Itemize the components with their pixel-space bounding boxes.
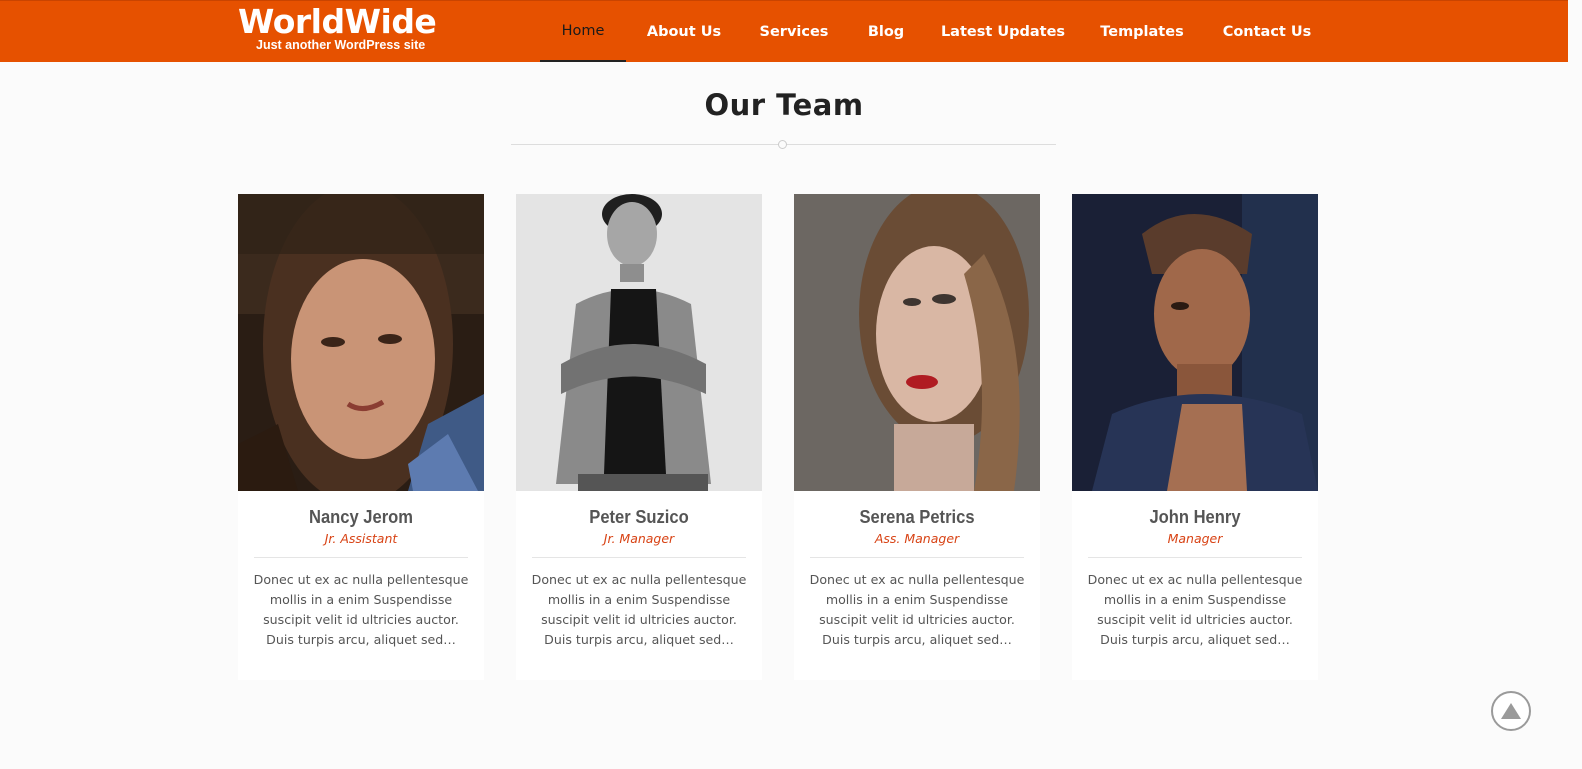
team-photo-peter <box>516 194 762 491</box>
team-card: John Henry Manager Donec ut ex ac nulla … <box>1072 194 1318 680</box>
nav-item-contact-us[interactable]: Contact Us <box>1204 1 1330 62</box>
section-title: Our Team <box>704 88 864 122</box>
team-photo-serena <box>794 194 1040 491</box>
team-member-description: Donec ut ex ac nulla pellentesque mollis… <box>253 572 469 647</box>
team-member-role: Manager <box>1167 531 1223 546</box>
team-card: Nancy Jerom Jr. Assistant Donec ut ex ac… <box>238 194 484 680</box>
nav-item-about-us[interactable]: About Us <box>626 1 742 62</box>
card-divider <box>1088 557 1302 558</box>
team-member-description: Donec ut ex ac nulla pellentesque mollis… <box>809 572 1025 647</box>
nav-item-blog[interactable]: Blog <box>846 1 926 62</box>
team-member-name: Peter Suzico <box>589 507 689 527</box>
main-nav: Home About Us Services Blog Latest Updat… <box>540 1 1330 63</box>
site-brand[interactable]: WorldWide Just another WordPress site <box>238 5 437 53</box>
nav-item-services[interactable]: Services <box>742 1 846 62</box>
team-member-name: Nancy Jerom <box>308 507 414 527</box>
team-photo-john <box>1072 194 1318 491</box>
nav-item-latest-updates[interactable]: Latest Updates <box>926 1 1080 62</box>
nav-item-templates[interactable]: Templates <box>1080 1 1204 62</box>
site-header: WorldWide Just another WordPress site Ho… <box>0 0 1568 62</box>
nav-item-home[interactable]: Home <box>540 1 626 62</box>
team-member-name: John Henry <box>1149 507 1241 527</box>
team-member-role: Ass. Manager <box>874 531 960 546</box>
team-photo-nancy <box>238 194 484 491</box>
site-title[interactable]: WorldWide <box>238 5 437 39</box>
card-divider <box>810 557 1024 558</box>
page-scrollbar[interactable] <box>1568 0 1582 769</box>
divider-dot <box>778 140 787 149</box>
card-divider <box>532 557 746 558</box>
card-divider <box>254 557 468 558</box>
team-member-role: Jr. Manager <box>603 531 675 546</box>
team-card: Peter Suzico Jr. Manager Donec ut ex ac … <box>516 194 762 680</box>
team-member-name: Serena Petrics <box>859 507 975 527</box>
team-member-description: Donec ut ex ac nulla pellentesque mollis… <box>531 572 747 647</box>
team-member-description: Donec ut ex ac nulla pellentesque mollis… <box>1087 572 1303 647</box>
triangle-up-icon <box>1501 703 1521 719</box>
team-member-role: Jr. Assistant <box>324 531 398 546</box>
team-card: Serena Petrics Ass. Manager Donec ut ex … <box>794 194 1040 680</box>
site-tagline: Just another WordPress site <box>256 38 426 52</box>
scroll-to-top-button[interactable] <box>1491 691 1531 731</box>
